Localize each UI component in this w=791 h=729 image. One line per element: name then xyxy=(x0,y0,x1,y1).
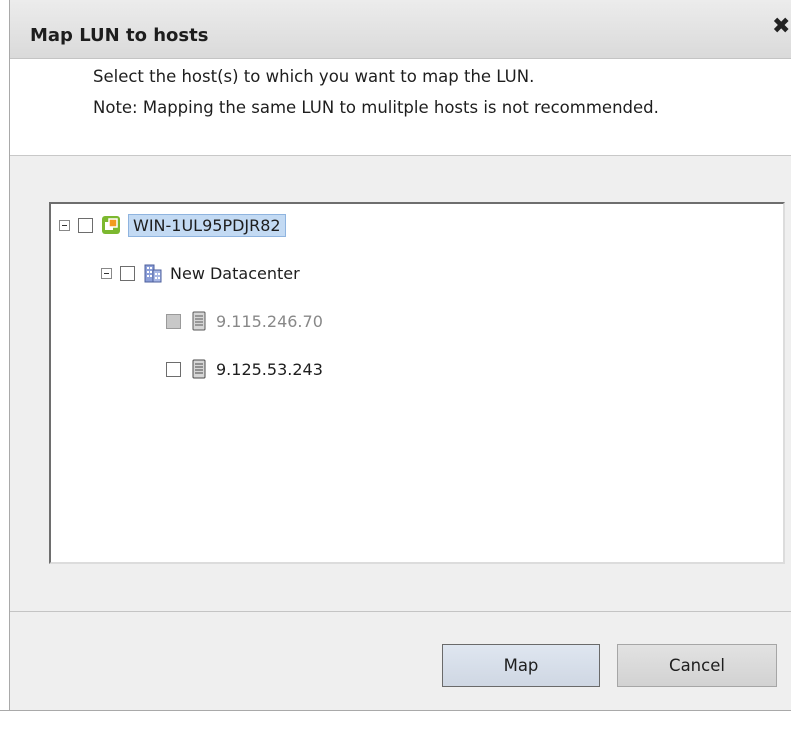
dialog-footer: Map Cancel xyxy=(10,612,791,710)
map-button[interactable]: Map xyxy=(442,644,600,687)
close-icon[interactable]: ✖ xyxy=(772,16,791,38)
dialog-titlebar: Map LUN to hosts ✖ xyxy=(10,0,791,59)
tree-node-datacenter[interactable]: New Datacenter xyxy=(101,258,300,288)
background-page xyxy=(0,710,791,729)
tree-node-host-1[interactable]: 9.115.246.70 xyxy=(166,306,323,336)
tree-node-label: 9.115.246.70 xyxy=(216,311,323,331)
collapse-toggle-icon[interactable] xyxy=(59,219,70,231)
datacenter-checkbox[interactable] xyxy=(120,265,135,281)
tree-node-vcenter[interactable]: WIN-1UL95PDJR82 xyxy=(59,210,286,240)
tree-node-label[interactable]: 9.125.53.243 xyxy=(216,360,323,379)
tree-node-label[interactable]: WIN-1UL95PDJR82 xyxy=(128,213,286,237)
collapse-toggle-icon[interactable] xyxy=(101,267,112,279)
datacenter-icon xyxy=(143,263,163,283)
server-icon xyxy=(189,311,209,331)
host-2-checkbox[interactable] xyxy=(166,361,181,377)
host-1-checkbox xyxy=(166,313,181,329)
intro-panel: Select the host(s) to which you want to … xyxy=(10,59,791,156)
vcenter-checkbox[interactable] xyxy=(78,217,93,233)
intro-note: Note: Mapping the same LUN to mulitple h… xyxy=(93,98,659,117)
tree-node-host-2[interactable]: 9.125.53.243 xyxy=(166,354,323,384)
host-tree[interactable]: WIN-1UL95PDJR82 New Datacenter 9.115.246… xyxy=(49,202,785,564)
server-icon xyxy=(189,359,209,379)
cancel-button[interactable]: Cancel xyxy=(617,644,777,687)
vcenter-icon xyxy=(101,215,121,235)
map-lun-dialog: Map LUN to hosts ✖ Select the host(s) to… xyxy=(9,0,791,710)
dialog-title: Map LUN to hosts xyxy=(30,25,209,46)
intro-text: Select the host(s) to which you want to … xyxy=(93,67,535,86)
dialog-body: WIN-1UL95PDJR82 New Datacenter 9.115.246… xyxy=(10,156,791,612)
tree-node-label[interactable]: New Datacenter xyxy=(170,264,300,283)
